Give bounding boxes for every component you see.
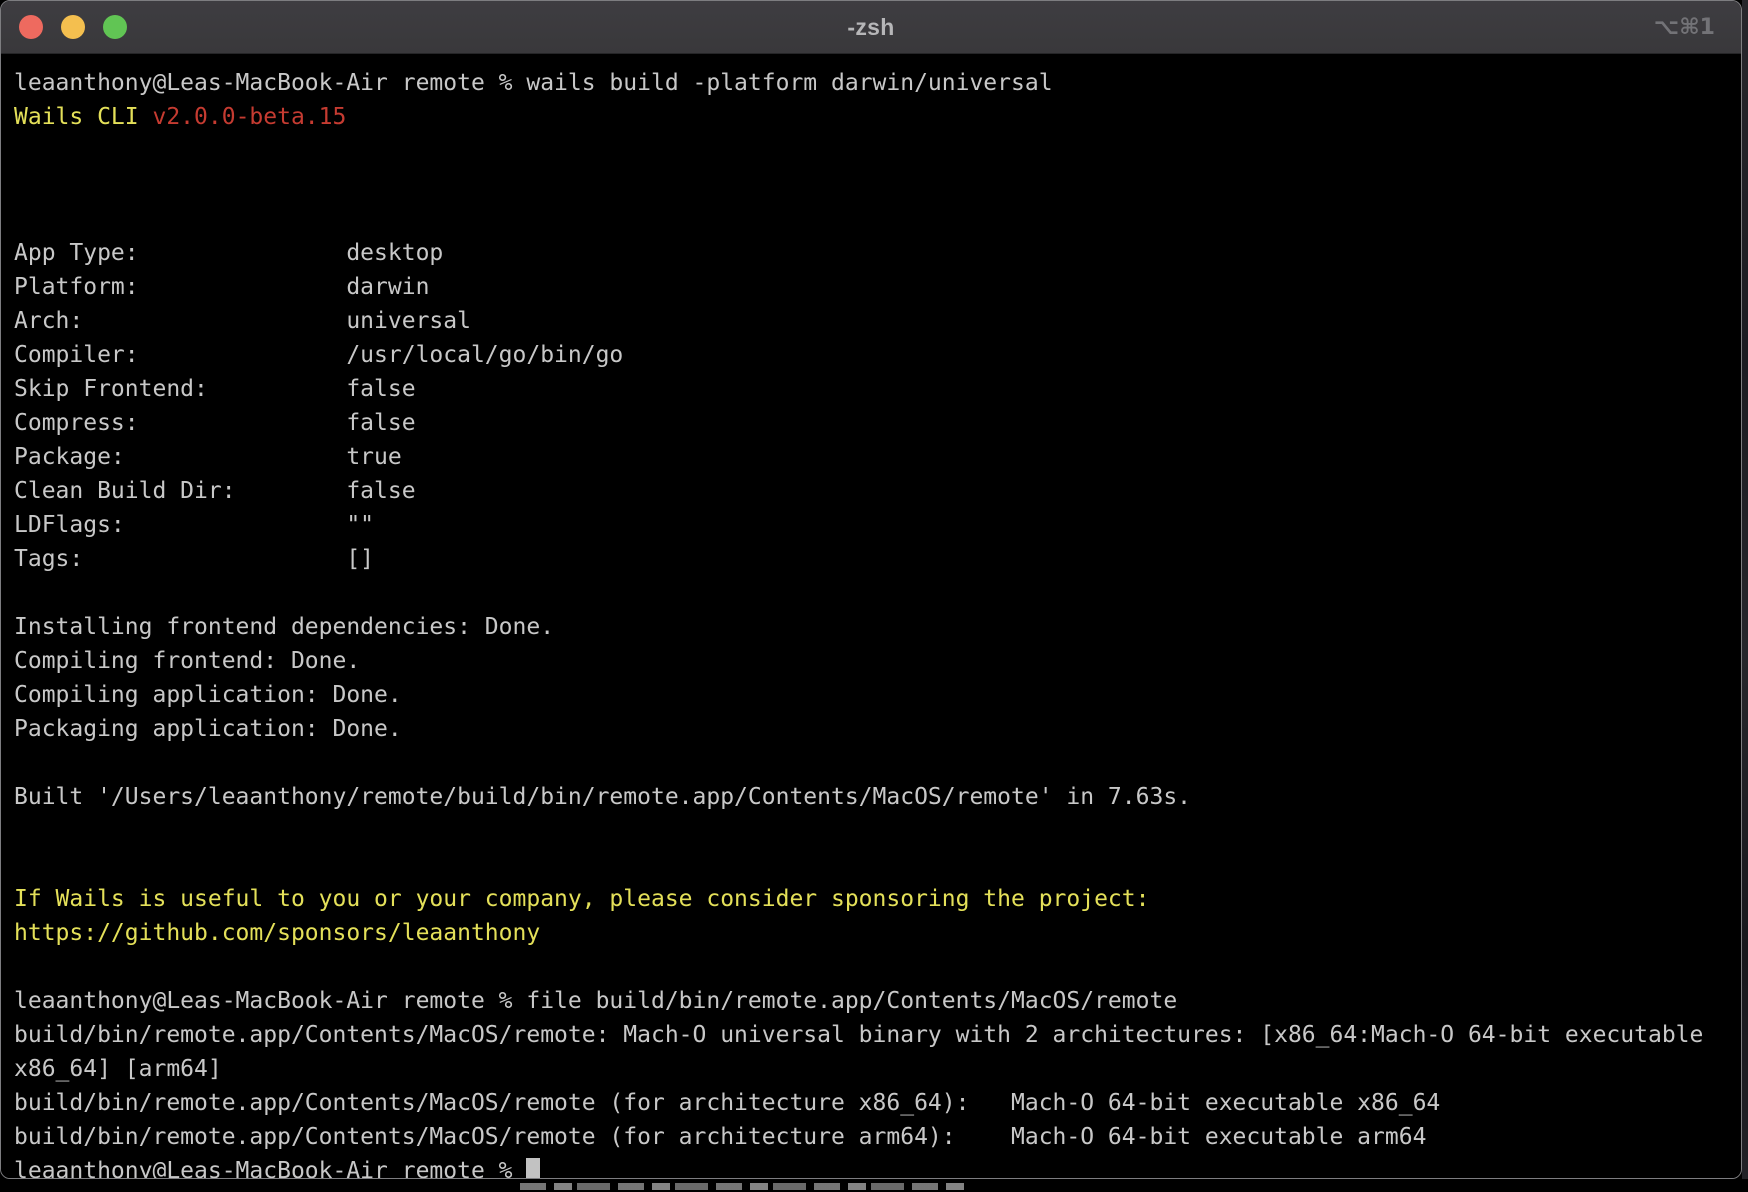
terminal-text-segment: LDFlags: "" bbox=[14, 512, 374, 538]
terminal-line: build/bin/remote.app/Contents/MacOS/remo… bbox=[14, 1086, 1741, 1120]
terminal-text-segment: Compress: false bbox=[14, 410, 416, 436]
terminal-text-segment: Installing frontend dependencies: Done. bbox=[14, 614, 554, 640]
terminal-line: App Type: desktop bbox=[14, 236, 1741, 270]
terminal-line: Package: true bbox=[14, 440, 1741, 474]
terminal-text-segment: App Type: desktop bbox=[14, 240, 443, 266]
desktop-background: -zsh ⌥⌘1 leaanthony@Leas-MacBook-Air rem… bbox=[0, 0, 1748, 1192]
obscured-background-text bbox=[520, 1183, 965, 1190]
terminal-text-segment: v2.0.0-beta.15 bbox=[152, 104, 346, 130]
terminal-text-segment: build/bin/remote.app/Contents/MacOS/remo… bbox=[14, 1022, 1703, 1048]
terminal-text-segment: Compiler: /usr/local/go/bin/go bbox=[14, 342, 623, 368]
terminal-line bbox=[14, 746, 1741, 780]
terminal-line: LDFlags: "" bbox=[14, 508, 1741, 542]
terminal-line: Tags: [] bbox=[14, 542, 1741, 576]
terminal-text-segment: Arch: universal bbox=[14, 308, 471, 334]
terminal-text-segment: Compiling application: Done. bbox=[14, 682, 402, 708]
terminal-window: -zsh ⌥⌘1 leaanthony@Leas-MacBook-Air rem… bbox=[0, 0, 1742, 1179]
terminal-line bbox=[14, 848, 1741, 882]
terminal-text-segment: leaanthony@Leas-MacBook-Air remote % bbox=[14, 1158, 526, 1178]
terminal-text-segment: Skip Frontend: false bbox=[14, 376, 416, 402]
terminal-text-segment: Platform: darwin bbox=[14, 274, 429, 300]
window-title: -zsh bbox=[1, 14, 1741, 41]
terminal-line: If Wails is useful to you or your compan… bbox=[14, 882, 1741, 916]
terminal-line: x86_64] [arm64] bbox=[14, 1052, 1741, 1086]
terminal-cursor bbox=[526, 1158, 540, 1178]
terminal-line: Compiling frontend: Done. bbox=[14, 644, 1741, 678]
minimize-button-icon[interactable] bbox=[61, 15, 85, 39]
terminal-text-segment: Packaging application: Done. bbox=[14, 716, 402, 742]
terminal-line: Arch: universal bbox=[14, 304, 1741, 338]
terminal-line: Built '/Users/leaanthony/remote/build/bi… bbox=[14, 780, 1741, 814]
background-window-sliver-bottom bbox=[0, 1179, 1748, 1192]
terminal-text-segment: Tags: [] bbox=[14, 546, 374, 572]
tab-shortcut-label: ⌥⌘1 bbox=[1654, 1, 1715, 53]
traffic-lights bbox=[19, 1, 127, 53]
terminal-line: leaanthony@Leas-MacBook-Air remote % wai… bbox=[14, 66, 1741, 100]
terminal-line: Compiling application: Done. bbox=[14, 678, 1741, 712]
terminal-line: Compress: false bbox=[14, 406, 1741, 440]
terminal-text-segment: build/bin/remote.app/Contents/MacOS/remo… bbox=[14, 1090, 1440, 1116]
terminal-text-segment: https://github.com/sponsors/leaanthony bbox=[14, 920, 540, 946]
terminal-text-segment: x86_64] [arm64] bbox=[14, 1056, 222, 1082]
window-titlebar[interactable]: -zsh ⌥⌘1 bbox=[1, 1, 1741, 54]
terminal-line: Compiler: /usr/local/go/bin/go bbox=[14, 338, 1741, 372]
terminal-body[interactable]: leaanthony@Leas-MacBook-Air remote % wai… bbox=[1, 54, 1741, 1178]
terminal-line: build/bin/remote.app/Contents/MacOS/remo… bbox=[14, 1018, 1741, 1052]
terminal-line: Wails CLI v2.0.0-beta.15 bbox=[14, 100, 1741, 134]
terminal-text-segment: Package: true bbox=[14, 444, 402, 470]
terminal-text-segment: build/bin/remote.app/Contents/MacOS/remo… bbox=[14, 1124, 1426, 1150]
close-button-icon[interactable] bbox=[19, 15, 43, 39]
terminal-text-segment: Compiling frontend: Done. bbox=[14, 648, 360, 674]
terminal-line: Packaging application: Done. bbox=[14, 712, 1741, 746]
terminal-line: leaanthony@Leas-MacBook-Air remote % fil… bbox=[14, 984, 1741, 1018]
terminal-line: https://github.com/sponsors/leaanthony bbox=[14, 916, 1741, 950]
terminal-line: Installing frontend dependencies: Done. bbox=[14, 610, 1741, 644]
background-window-sliver-right bbox=[1742, 0, 1748, 1192]
terminal-text-segment: Clean Build Dir: false bbox=[14, 478, 416, 504]
terminal-line: leaanthony@Leas-MacBook-Air remote % bbox=[14, 1154, 1741, 1178]
terminal-line bbox=[14, 814, 1741, 848]
terminal-line bbox=[14, 168, 1741, 202]
terminal-line bbox=[14, 950, 1741, 984]
terminal-text-segment: leaanthony@Leas-MacBook-Air remote % fil… bbox=[14, 988, 1177, 1014]
terminal-line bbox=[14, 576, 1741, 610]
terminal-line: Platform: darwin bbox=[14, 270, 1741, 304]
terminal-line: Skip Frontend: false bbox=[14, 372, 1741, 406]
terminal-line: Clean Build Dir: false bbox=[14, 474, 1741, 508]
terminal-line: build/bin/remote.app/Contents/MacOS/remo… bbox=[14, 1120, 1741, 1154]
terminal-text-segment: Built '/Users/leaanthony/remote/build/bi… bbox=[14, 784, 1191, 810]
zoom-button-icon[interactable] bbox=[103, 15, 127, 39]
terminal-text-segment: leaanthony@Leas-MacBook-Air remote % wai… bbox=[14, 70, 1053, 96]
terminal-text-segment: If Wails is useful to you or your compan… bbox=[14, 886, 1149, 912]
terminal-line bbox=[14, 202, 1741, 236]
terminal-text-segment: Wails CLI bbox=[14, 104, 152, 130]
terminal-line bbox=[14, 134, 1741, 168]
